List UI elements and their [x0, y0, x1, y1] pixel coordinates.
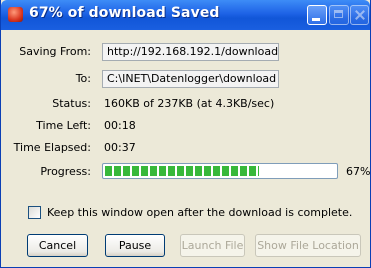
show-file-location-button[interactable]: Show File Location: [255, 234, 361, 257]
progress-bar: [102, 163, 338, 179]
progress-percent: 67%: [346, 165, 371, 178]
close-button[interactable]: [350, 5, 369, 25]
launch-file-button[interactable]: Launch File: [180, 234, 245, 257]
time-left-label: Time Left:: [36, 119, 91, 132]
download-dialog: 67% of download Saved Saving From: http:…: [0, 0, 371, 268]
pause-button[interactable]: Pause: [105, 234, 165, 257]
saving-from-field[interactable]: http://192.168.192.1/download: [102, 43, 279, 61]
time-elapsed-label: Time Elapsed:: [13, 141, 91, 154]
cancel-button[interactable]: Cancel: [27, 234, 88, 257]
title-bar[interactable]: 67% of download Saved: [1, 0, 370, 30]
time-left-value: 00:18: [104, 119, 136, 132]
download-icon: [8, 7, 23, 22]
status-value: 160KB of 237KB (at 4.3KB/sec): [104, 97, 275, 110]
keep-open-label[interactable]: Keep this window open after the download…: [47, 206, 352, 219]
time-elapsed-value: 00:37: [104, 141, 136, 154]
progress-label: Progress:: [40, 165, 91, 178]
to-field[interactable]: C:\INET\Datenlogger\download: [102, 70, 279, 88]
maximize-button[interactable]: [329, 5, 349, 25]
to-label: To:: [75, 72, 91, 85]
minimize-button[interactable]: [307, 5, 327, 25]
saving-from-label: Saving From:: [19, 45, 91, 58]
status-label: Status:: [52, 97, 91, 110]
progress-bar-fill: [105, 166, 260, 176]
window-title: 67% of download Saved: [29, 5, 220, 21]
keep-open-checkbox[interactable]: [28, 206, 41, 219]
